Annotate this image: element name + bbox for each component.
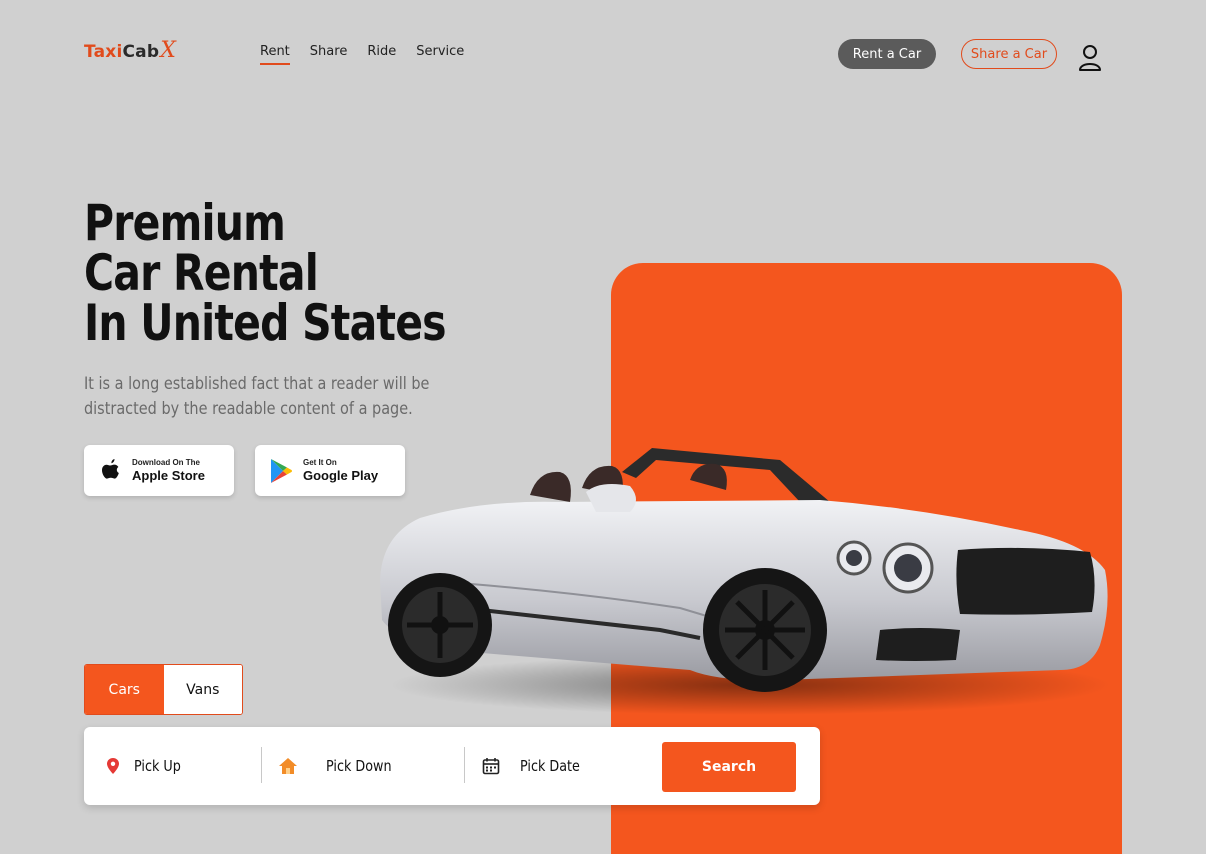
apple-icon (102, 458, 119, 479)
google-play-icon (271, 458, 292, 483)
logo-text-cab: Cab (122, 42, 160, 62)
pick-down-label: Pick Down (326, 757, 392, 775)
pick-up-label: Pick Up (134, 757, 181, 775)
logo[interactable]: Taxi Cab X (84, 38, 177, 63)
nav-item-rent[interactable]: Rent (260, 44, 290, 65)
calendar-icon (482, 758, 500, 775)
field-divider (261, 747, 262, 783)
rent-a-car-button[interactable]: Rent a Car (838, 39, 936, 69)
pick-date-field[interactable]: Pick Date (482, 727, 590, 805)
apple-store-button[interactable]: Download On The Apple Store (84, 445, 234, 496)
apple-store-small-text: Download On The (132, 458, 200, 467)
share-a-car-button[interactable]: Share a Car (961, 39, 1057, 69)
nav-item-share[interactable]: Share (310, 44, 348, 65)
nav-item-service[interactable]: Service (416, 44, 464, 65)
field-divider (464, 747, 465, 783)
vehicle-type-tabs: Cars Vans (84, 664, 243, 715)
user-icon[interactable] (1078, 44, 1102, 72)
home-icon (279, 758, 297, 774)
headline-line-1: Premium (84, 194, 286, 252)
pick-date-label: Pick Date (520, 757, 580, 775)
headline-line-2: Car Rental (84, 244, 319, 302)
nav-item-ride[interactable]: Ride (367, 44, 396, 65)
location-pin-icon (107, 758, 119, 774)
car-image (380, 448, 1110, 715)
logo-text-taxi: Taxi (84, 42, 123, 62)
apple-store-label: Apple Store (132, 468, 205, 483)
hero-headline: Premium Car Rental In United States (84, 194, 447, 352)
search-button[interactable]: Search (662, 742, 796, 792)
logo-text-x: X (160, 38, 177, 63)
booking-search-bar: Pick Up Pick Down Pick Date Search (84, 727, 820, 805)
headline-line-3: In United States (84, 294, 447, 352)
hero-subtext: It is a long established fact that a rea… (84, 374, 430, 419)
pick-down-field[interactable]: Pick Down (278, 727, 403, 805)
pick-up-field[interactable]: Pick Up (106, 727, 189, 805)
main-nav: Rent Share Ride Service (260, 44, 464, 65)
tab-cars[interactable]: Cars (85, 665, 164, 714)
tab-vans[interactable]: Vans (163, 665, 242, 714)
